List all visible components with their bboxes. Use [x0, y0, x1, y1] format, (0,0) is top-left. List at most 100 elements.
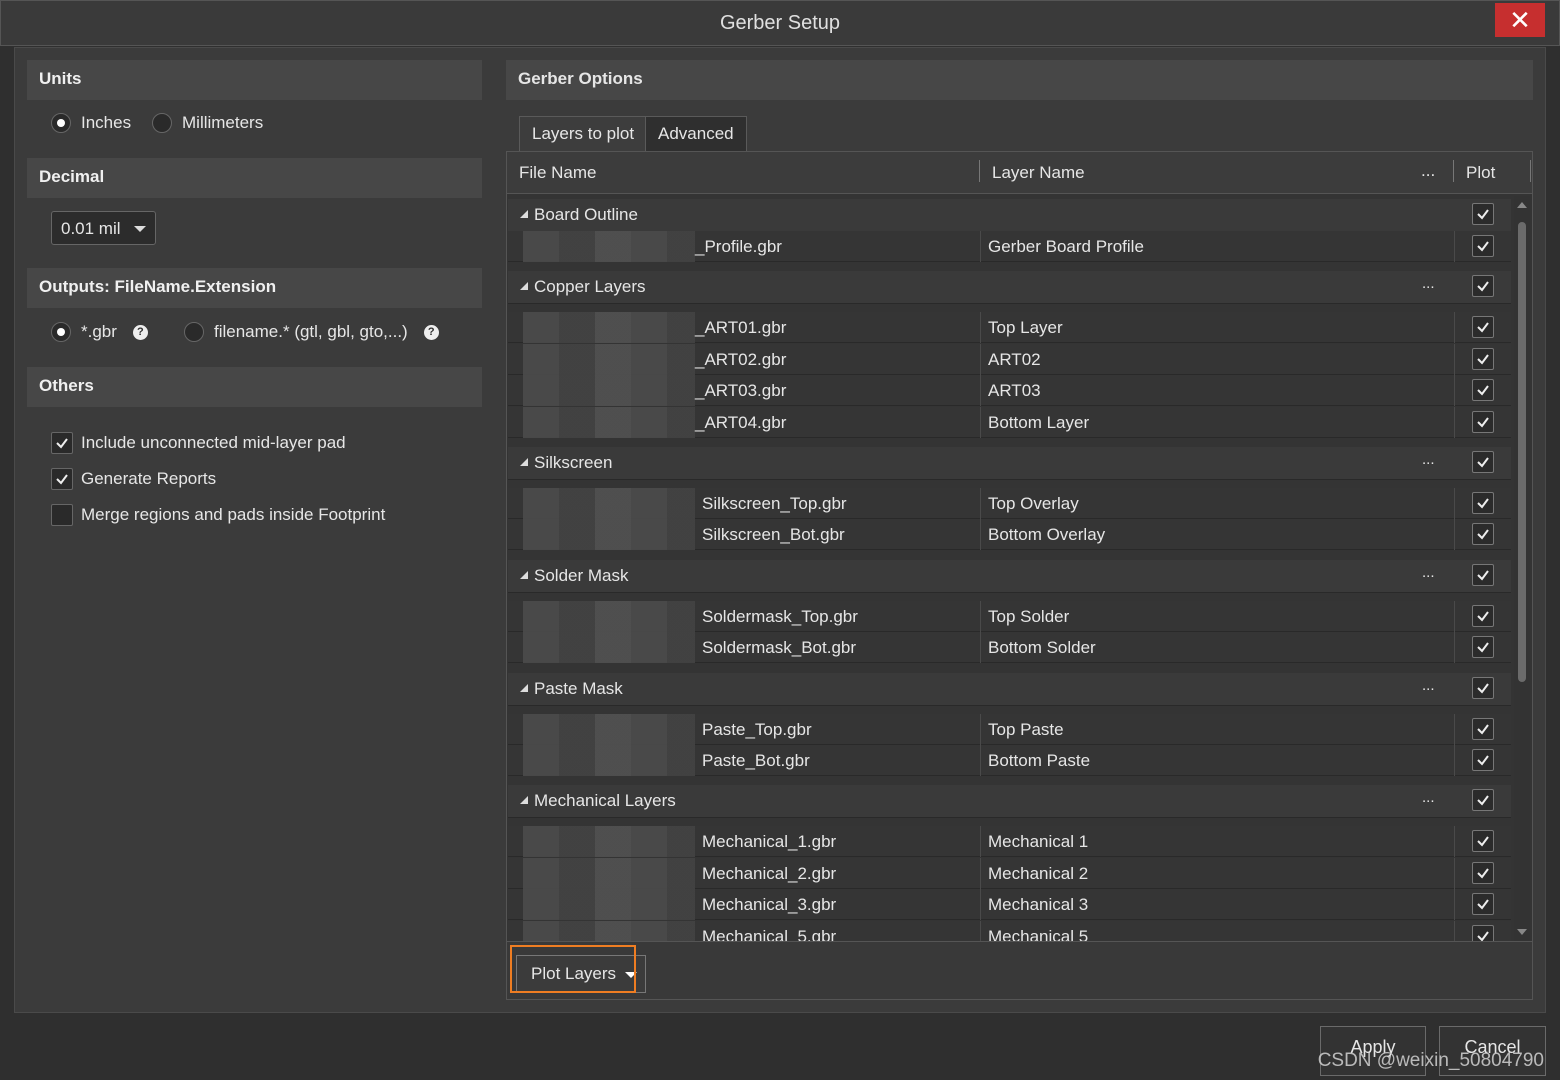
redacted-block: [523, 857, 695, 889]
layer-name-cell: Top Solder: [988, 606, 1070, 626]
layer-row[interactable]: _Profile.gbr Gerber Board Profile: [508, 231, 1511, 262]
plot-checkbox[interactable]: [1472, 203, 1494, 225]
group-options-dots[interactable]: ...: [1422, 275, 1435, 292]
group-name: Paste Mask: [520, 679, 623, 699]
help-icon[interactable]: ?: [132, 324, 148, 340]
cell-divider: [1454, 343, 1455, 375]
decimal-select[interactable]: 0.01 mil: [51, 211, 156, 245]
group-row[interactable]: Board Outline: [508, 199, 1511, 232]
layer-row[interactable]: Mechanical_2.gbr Mechanical 2: [508, 857, 1511, 889]
plot-checkbox[interactable]: [1472, 861, 1494, 884]
close-button[interactable]: ✕: [1495, 3, 1545, 37]
group-label: Silkscreen: [534, 453, 613, 472]
layer-name-cell: Bottom Solder: [988, 638, 1096, 658]
plot-checkbox[interactable]: [1472, 451, 1494, 473]
filename-ext-label: filename.* (gtl, gbl, gto,...): [214, 322, 408, 341]
plot-checkbox[interactable]: [1472, 492, 1494, 514]
plot-checkbox[interactable]: [1472, 347, 1494, 370]
cell-divider: [1454, 889, 1455, 921]
gbr-radio[interactable]: *.gbr ?: [51, 322, 148, 342]
radio-selected-icon: [51, 113, 71, 133]
file-name-cell: _ART04.gbr: [695, 412, 787, 432]
layer-row[interactable]: Paste_Top.gbr Top Paste: [508, 713, 1511, 745]
plot-checkbox[interactable]: [1472, 676, 1494, 699]
group-options-dots[interactable]: ...: [1422, 677, 1435, 694]
file-name-cell: Paste_Bot.gbr: [702, 751, 810, 770]
layer-name-column-header[interactable]: Layer Name: [992, 163, 1085, 183]
collapse-triangle-icon[interactable]: [520, 210, 528, 218]
filename-ext-radio[interactable]: filename.* (gtl, gbl, gto,...) ?: [184, 322, 439, 342]
layer-name-cell: Bottom Layer: [988, 412, 1090, 432]
layer-row[interactable]: _ART01.gbr Top Layer: [508, 312, 1511, 344]
redacted-block: [523, 600, 695, 632]
generate-reports-checkbox[interactable]: Generate Reports: [51, 468, 216, 490]
collapse-triangle-icon[interactable]: [520, 570, 528, 579]
plot-checkbox[interactable]: [1472, 789, 1494, 812]
cell-divider: [980, 632, 981, 664]
layer-name-cell: Top Layer: [988, 318, 1063, 338]
plot-checkbox[interactable]: [1472, 523, 1494, 546]
plot-column-header[interactable]: Plot: [1466, 163, 1495, 183]
inches-radio[interactable]: Inches: [51, 113, 131, 133]
layer-row[interactable]: Soldermask_Top.gbr Top Solder: [508, 600, 1511, 632]
layer-row[interactable]: _ART03.gbr ART03: [508, 375, 1511, 407]
layer-row[interactable]: Paste_Bot.gbr Bottom Paste: [508, 745, 1511, 776]
vertical-scrollbar[interactable]: [1514, 196, 1530, 941]
group-options-dots[interactable]: ...: [1422, 451, 1435, 468]
plot-checkbox[interactable]: [1472, 749, 1494, 771]
plot-checkbox[interactable]: [1472, 893, 1494, 916]
plot-checkbox[interactable]: [1472, 410, 1494, 433]
group-label: Mechanical Layers: [534, 791, 676, 811]
collapse-triangle-icon[interactable]: [520, 282, 528, 291]
redacted-block: [523, 519, 695, 551]
help-icon[interactable]: ?: [423, 324, 439, 340]
cell-divider: [1454, 231, 1455, 262]
cell-divider: [980, 889, 981, 921]
scroll-down-icon[interactable]: [1517, 929, 1527, 935]
file-name-column-header[interactable]: File Name: [519, 163, 596, 183]
layer-row[interactable]: Silkscreen_Bot.gbr Bottom Overlay: [508, 519, 1511, 551]
cell-divider: [1454, 826, 1455, 858]
column-divider[interactable]: [1453, 160, 1454, 182]
layer-row[interactable]: Soldermask_Bot.gbr Bottom Solder: [508, 632, 1511, 664]
layer-row[interactable]: _ART02.gbr ART02: [508, 343, 1511, 375]
group-options-dots[interactable]: ...: [1422, 789, 1435, 806]
plot-checkbox[interactable]: [1472, 316, 1494, 339]
column-options-dots[interactable]: ...: [1421, 161, 1435, 181]
outputs-header: Outputs: FileName.Extension: [27, 268, 482, 308]
include-unconnected-checkbox[interactable]: Include unconnected mid-layer pad: [51, 432, 346, 454]
scroll-up-icon[interactable]: [1517, 202, 1527, 208]
collapse-triangle-icon[interactable]: [520, 796, 528, 805]
millimeters-radio[interactable]: Millimeters: [152, 113, 263, 133]
tab-layers-to-plot[interactable]: Layers to plot: [519, 116, 648, 152]
layer-row[interactable]: _ART04.gbr Bottom Layer: [508, 406, 1511, 438]
plot-checkbox[interactable]: [1472, 717, 1494, 740]
plot-checkbox[interactable]: [1472, 830, 1494, 853]
cell-divider: [980, 745, 981, 776]
decimal-value: 0.01 mil: [61, 219, 121, 238]
group-options-dots[interactable]: ...: [1422, 564, 1435, 581]
group-row[interactable]: Solder Mask...: [508, 559, 1511, 593]
column-divider[interactable]: [979, 160, 980, 182]
merge-regions-checkbox[interactable]: Merge regions and pads inside Footprint: [51, 504, 385, 526]
plot-checkbox[interactable]: [1472, 563, 1494, 586]
group-row[interactable]: Copper Layers...: [508, 271, 1511, 305]
plot-checkbox[interactable]: [1472, 275, 1494, 298]
cell-divider: [1454, 857, 1455, 889]
layer-row[interactable]: Silkscreen_Top.gbr Top Overlay: [508, 488, 1511, 519]
scrollbar-thumb[interactable]: [1518, 222, 1526, 682]
group-row[interactable]: Mechanical Layers...: [508, 785, 1511, 819]
layer-row[interactable]: Mechanical_1.gbr Mechanical 1: [508, 826, 1511, 858]
layer-row[interactable]: Mechanical_3.gbr Mechanical 3: [508, 889, 1511, 921]
file-name-cell: Mechanical_2.gbr: [702, 863, 837, 883]
plot-checkbox[interactable]: [1472, 235, 1494, 257]
collapse-triangle-icon[interactable]: [520, 458, 528, 466]
plot-checkbox[interactable]: [1472, 636, 1494, 659]
plot-checkbox[interactable]: [1472, 604, 1494, 627]
collapse-triangle-icon[interactable]: [520, 683, 528, 692]
tab-advanced[interactable]: Advanced: [645, 116, 747, 152]
group-row[interactable]: Silkscreen...: [508, 447, 1511, 480]
redacted-block: [523, 826, 695, 858]
plot-checkbox[interactable]: [1472, 379, 1494, 402]
group-row[interactable]: Paste Mask...: [508, 672, 1511, 706]
